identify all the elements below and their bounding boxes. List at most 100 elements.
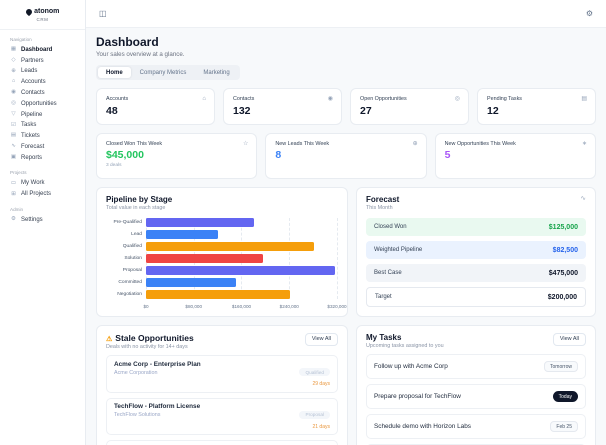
tab-company-metrics[interactable]: Company Metrics xyxy=(132,67,195,78)
sidebar-item-accounts[interactable]: ⌂ Accounts xyxy=(10,77,75,88)
forecast-subtitle: This Month xyxy=(365,205,393,211)
stale-age: 21 days xyxy=(312,423,330,430)
forecast-icon: ∿ xyxy=(11,143,16,150)
chart-category-label: Negotiation xyxy=(117,292,142,297)
stage-badge: Qualified xyxy=(299,368,330,376)
open-opportunities-value: 27 xyxy=(360,104,372,117)
sidebar-item-all-projects[interactable]: ⊞ All Projects xyxy=(10,189,75,200)
chart-bar[interactable] xyxy=(146,266,335,275)
chart-bar[interactable] xyxy=(146,230,218,239)
sidebar-section-admin: Admin xyxy=(10,206,24,212)
sidebar-item-pipeline[interactable]: ▽ Pipeline xyxy=(10,109,75,120)
chart-row: Pre-Qualified xyxy=(106,218,338,227)
stale-item-techflow[interactable]: TechFlow - Platform License TechFlow Sol… xyxy=(106,397,338,435)
task-item-prepare-proposal[interactable]: Prepare proposal for TechFlow Today xyxy=(365,384,586,409)
gear-icon: ⚙ xyxy=(11,216,16,223)
chart-bar[interactable] xyxy=(146,278,236,287)
partners-icon: ◇ xyxy=(11,56,16,63)
chart-axis-tick: $160,000 xyxy=(231,303,252,309)
chart-bar-track xyxy=(146,242,338,251)
stale-view-all-button[interactable]: View All xyxy=(304,332,338,346)
reports-icon: ▣ xyxy=(10,153,17,160)
tasks-subtitle: Upcoming tasks assigned to you xyxy=(365,343,444,349)
app-name-sub: CRM xyxy=(36,16,49,22)
chart-bar[interactable] xyxy=(146,254,263,263)
trend-icon: ∿ xyxy=(580,194,586,202)
sidebar-item-dashboard[interactable]: ▦ Dashboard xyxy=(10,45,75,56)
tab-marketing[interactable]: Marketing xyxy=(195,67,237,78)
chart-axis-tick: $320,000 xyxy=(327,303,347,309)
target-icon: ◎ xyxy=(454,96,460,102)
app-logo: atonom CRM xyxy=(0,7,85,30)
sidebar-item-leads[interactable]: ⊕ Leads xyxy=(10,66,75,77)
building-icon: ⌂ xyxy=(202,96,206,102)
chart-category-label: Proposal xyxy=(122,268,142,273)
sidebar-item-settings[interactable]: ⚙ Settings xyxy=(10,215,75,226)
stale-opportunities-card: ⚠ Stale Opportunities Deals with no activ… xyxy=(96,324,348,445)
stat-card-pending-tasks: Pending Tasks 12 ▤ xyxy=(477,88,596,125)
sidebar-item-opportunities[interactable]: ◎ Opportunities xyxy=(10,98,75,109)
stale-item-pinnacle[interactable]: Pinnacle - Annual Subscription Pinnacle … xyxy=(106,440,338,445)
stat-card-open-opportunities: Open Opportunities 27 ◎ xyxy=(350,88,469,125)
stale-age: 29 days xyxy=(312,381,330,387)
sidebar-item-forecast[interactable]: ∿ Forecast xyxy=(10,142,75,153)
dashboard-icon: ▦ xyxy=(10,46,17,53)
users-icon: ◉ xyxy=(327,96,333,102)
week-cards-row: Closed Won This Week $45,000 3 deals ☆ N… xyxy=(96,132,596,179)
stat-cards-row: Accounts 48 ⌂ Contacts 132 ◉ Open Opport… xyxy=(96,88,596,125)
folder-icon: ⊞ xyxy=(11,190,16,197)
sidebar-item-tasks[interactable]: ☑ Tasks xyxy=(10,120,75,131)
pipeline-by-stage-card: Pipeline by Stage Total value in each st… xyxy=(96,186,348,317)
sidebar-item-tickets[interactable]: ▤ Tickets xyxy=(10,131,75,142)
task-item-follow-up[interactable]: Follow up with Acme Corp Tomorrow xyxy=(365,354,586,379)
chart-bar-track xyxy=(146,278,338,287)
bottom-row: ⚠ Stale Opportunities Deals with no activ… xyxy=(96,324,596,445)
pipeline-chart-rows: Pre-Qualified Lead Qualified Solution Propos… xyxy=(106,218,338,299)
chart-row: Qualified xyxy=(106,242,338,251)
pipeline-icon: ▽ xyxy=(11,110,16,117)
forecast-card: Forecast This Month ∿ Closed Won $125,00… xyxy=(355,186,596,317)
pipeline-chart-subtitle: Total value in each stage xyxy=(106,205,166,211)
accounts-value: 48 xyxy=(106,104,118,117)
leads-icon: ⊕ xyxy=(11,67,16,74)
chart-bar-track xyxy=(146,218,338,227)
topbar: ◫ ⚙ xyxy=(86,0,606,28)
chart-axis-tick: $0 xyxy=(143,303,149,309)
stat-card-contacts: Contacts 132 ◉ xyxy=(223,88,342,125)
contacts-value: 132 xyxy=(233,104,251,117)
sidebar-item-contacts[interactable]: ◉ Contacts xyxy=(10,88,75,99)
due-badge: Tomorrow xyxy=(544,361,578,372)
pipeline-chart: Pre-Qualified Lead Qualified Solution Propos… xyxy=(106,218,347,311)
stat-card-accounts: Accounts 48 ⌂ xyxy=(96,88,215,125)
forecast-row-weighted-pipeline: Weighted Pipeline $82,500 xyxy=(365,241,586,259)
accounts-icon: ⌂ xyxy=(11,78,16,85)
my-tasks-card: My Tasks Upcoming tasks assigned to you … xyxy=(355,324,596,445)
settings-gear-icon[interactable]: ⚙ xyxy=(586,9,593,18)
contacts-icon: ◉ xyxy=(11,89,16,96)
chart-bar[interactable] xyxy=(146,218,254,227)
stage-badge: Proposal xyxy=(299,410,330,419)
sidebar: atonom CRM Navigation ▦ Dashboard ◇ Part… xyxy=(0,0,86,445)
sidebar-item-my-work[interactable]: ▭ My Work xyxy=(10,178,75,189)
sidebar-section-navigation: Navigation xyxy=(10,36,32,42)
page-subtitle: Your sales overview at a glance. xyxy=(96,51,185,58)
chart-row: Proposal xyxy=(106,266,338,275)
chart-bar[interactable] xyxy=(146,290,290,299)
task-item-schedule-demo[interactable]: Schedule demo with Horizon Labs Feb 25 xyxy=(365,414,586,439)
stale-title: Stale Opportunities xyxy=(115,332,194,343)
forecast-row-closed-won: Closed Won $125,000 xyxy=(365,218,586,236)
sidebar-toggle-icon[interactable]: ◫ xyxy=(99,9,107,18)
main-area: ◫ ⚙ Dashboard Your sales overview at a g… xyxy=(86,0,606,445)
chart-category-label: Solution xyxy=(124,256,142,261)
tab-home[interactable]: Home xyxy=(98,67,131,78)
stale-item-acme[interactable]: Acme Corp - Enterprise Plan Acme Corpora… xyxy=(106,355,338,393)
due-badge: Today xyxy=(552,391,578,402)
sidebar-item-partners[interactable]: ◇ Partners xyxy=(10,55,75,66)
stat-card-new-opportunities-week: New Opportunities This Week 5 ∗ xyxy=(434,132,596,179)
tasks-view-all-button[interactable]: View All xyxy=(552,332,586,346)
chart-bar[interactable] xyxy=(146,242,314,251)
chart-row: Lead xyxy=(106,230,338,239)
sidebar-item-reports[interactable]: ▣ Reports xyxy=(10,152,75,163)
chart-category-label: Qualified xyxy=(122,244,142,249)
pipeline-chart-title: Pipeline by Stage xyxy=(106,194,173,204)
